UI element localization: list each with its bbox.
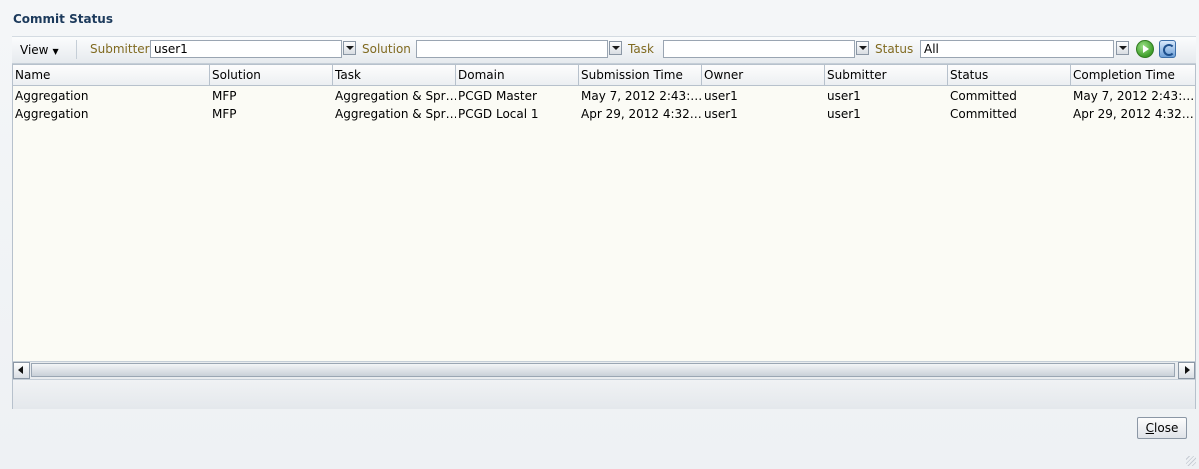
solution-dropdown-icon[interactable] xyxy=(609,41,622,55)
cell-submitter: user1 xyxy=(827,107,861,121)
horizontal-scrollbar[interactable] xyxy=(13,361,1195,379)
cell-submission-time: May 7, 2012 2:43:… xyxy=(581,89,702,103)
table-footer xyxy=(13,379,1195,409)
close-label-rest: lose xyxy=(1154,421,1179,435)
table-header: Name Solution Task Domain Submission Tim… xyxy=(13,65,1196,86)
submitter-dropdown-icon[interactable] xyxy=(343,41,356,55)
status-filter-input[interactable]: All xyxy=(920,40,1114,58)
cell-status: Committed xyxy=(950,107,1017,121)
column-header-domain[interactable]: Domain xyxy=(456,65,579,85)
view-menu[interactable]: View ▼ xyxy=(20,41,59,59)
commit-status-table: Name Solution Task Domain Submission Tim… xyxy=(12,64,1196,409)
view-menu-label: View xyxy=(20,43,49,57)
cell-solution: MFP xyxy=(212,107,237,121)
submitter-filter-label: Submitter xyxy=(90,42,150,56)
go-icon[interactable] xyxy=(1136,40,1154,58)
column-header-name[interactable]: Name xyxy=(13,65,210,85)
cell-domain: PCGD Master xyxy=(458,89,537,103)
column-header-owner[interactable]: Owner xyxy=(702,65,825,85)
scroll-left-icon[interactable] xyxy=(13,362,30,379)
cell-status: Committed xyxy=(950,89,1017,103)
toolbar-divider xyxy=(76,40,77,59)
task-filter-input[interactable] xyxy=(663,40,855,58)
cell-name: Aggregation xyxy=(15,107,89,121)
scroll-right-icon[interactable] xyxy=(1178,362,1195,379)
submitter-filter-input[interactable]: user1 xyxy=(150,40,342,58)
table-row[interactable]: Aggregation MFP Aggregation & Spr… PCGD … xyxy=(13,87,1196,105)
cell-solution: MFP xyxy=(212,89,237,103)
close-button[interactable]: Close xyxy=(1137,417,1187,439)
task-dropdown-icon[interactable] xyxy=(856,41,869,55)
column-header-submission-time[interactable]: Submission Time xyxy=(579,65,702,85)
resize-grip-icon[interactable] xyxy=(1186,456,1196,466)
dialog-title: Commit Status xyxy=(13,12,113,26)
cell-name: Aggregation xyxy=(15,89,89,103)
commit-status-dialog: Commit Status View ▼ Submitter user1 Solu… xyxy=(0,0,1199,469)
chevron-down-icon: ▼ xyxy=(52,47,59,56)
cell-submission-time: Apr 29, 2012 4:32… xyxy=(581,107,702,121)
refresh-icon[interactable] xyxy=(1159,40,1176,58)
cell-submitter: user1 xyxy=(827,89,861,103)
cell-owner: user1 xyxy=(704,89,738,103)
cell-completion-time: Apr 29, 2012 4:32… xyxy=(1073,107,1194,121)
solution-filter-label: Solution xyxy=(362,42,411,56)
close-mnemonic: C xyxy=(1145,421,1155,435)
solution-filter-input[interactable] xyxy=(416,40,608,58)
column-header-submitter[interactable]: Submitter xyxy=(825,65,948,85)
scrollbar-thumb[interactable] xyxy=(31,363,1175,377)
column-header-status[interactable]: Status xyxy=(948,65,1071,85)
filter-toolbar: View ▼ Submitter user1 Solution Task Stat… xyxy=(12,36,1196,64)
task-filter-label: Task xyxy=(628,42,654,56)
status-dropdown-icon[interactable] xyxy=(1116,41,1129,55)
cell-task: Aggregation & Spr… xyxy=(335,89,456,103)
status-filter-label: Status xyxy=(875,42,914,56)
column-header-completion-time[interactable]: Completion Time xyxy=(1071,65,1196,85)
cell-domain: PCGD Local 1 xyxy=(458,107,539,121)
cell-completion-time: May 7, 2012 2:43:… xyxy=(1073,89,1195,103)
table-row[interactable]: Aggregation MFP Aggregation & Spr… PCGD … xyxy=(13,105,1196,123)
cell-task: Aggregation & Spr… xyxy=(335,107,456,121)
column-header-solution[interactable]: Solution xyxy=(210,65,333,85)
cell-owner: user1 xyxy=(704,107,738,121)
column-header-task[interactable]: Task xyxy=(333,65,456,85)
